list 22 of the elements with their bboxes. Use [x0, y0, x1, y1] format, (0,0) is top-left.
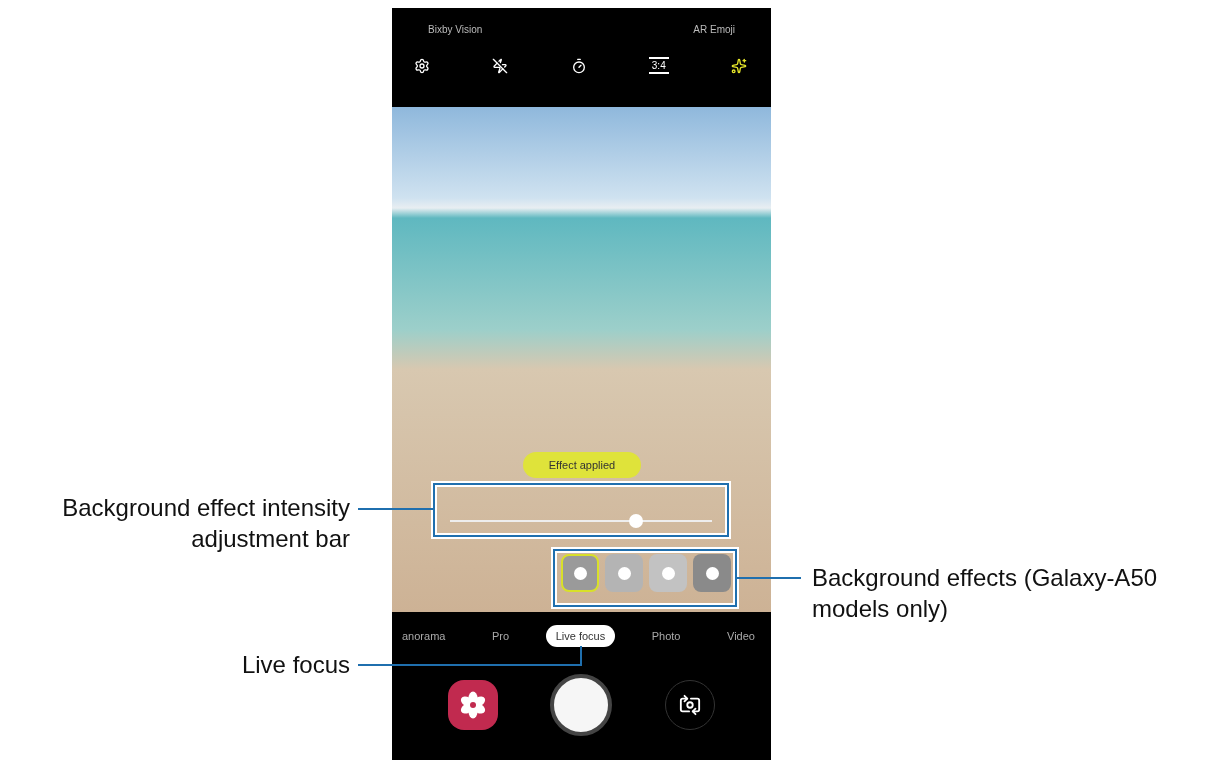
switch-camera-button[interactable] — [664, 680, 715, 730]
camera-mode-tab[interactable]: Photo — [641, 625, 691, 647]
callout-label: Background effects (Galaxy-A50 models only) — [812, 563, 1159, 624]
background-effect-button[interactable] — [693, 554, 731, 592]
camera-mode-tab[interactable]: Live focus — [545, 625, 616, 647]
effect-applied-badge: Effect applied — [523, 452, 641, 478]
leader-line — [737, 577, 801, 579]
settings-icon[interactable] — [414, 57, 430, 74]
camera-mode-tab[interactable]: Video — [717, 625, 765, 647]
mode-link[interactable]: Bixby Vision — [428, 24, 483, 35]
gallery-button[interactable] — [448, 680, 499, 730]
slider-thumb[interactable] — [629, 514, 643, 528]
callout-label: Background effect intensity adjustment bar — [61, 493, 350, 554]
sparkle-icon[interactable] — [730, 57, 747, 74]
background-effect-button[interactable] — [561, 554, 599, 592]
flash-off-icon[interactable] — [492, 57, 509, 74]
camera-mode-tab[interactable]: Pro — [481, 625, 520, 647]
timer-icon[interactable] — [570, 57, 587, 74]
switch-camera-icon — [678, 694, 701, 716]
mode-link[interactable]: AR Emoji — [693, 24, 735, 35]
camera-mode-tab[interactable]: anorama — [392, 625, 456, 647]
callout-label: Live focus — [240, 650, 350, 680]
